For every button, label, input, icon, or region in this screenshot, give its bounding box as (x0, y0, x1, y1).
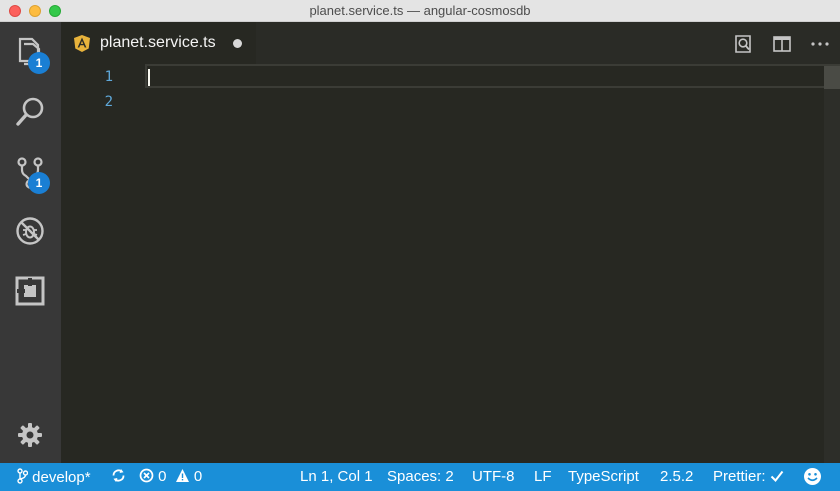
unsaved-indicator[interactable] (233, 39, 242, 48)
debug-icon (16, 217, 44, 245)
text-cursor (148, 69, 150, 86)
activity-settings[interactable] (0, 408, 61, 464)
activity-source-control[interactable]: 1 (0, 142, 61, 198)
angular-icon (74, 35, 90, 52)
window-title: planet.service.ts — angular-cosmosdb (309, 3, 531, 18)
typescript-version[interactable]: 2.5.2 (660, 468, 693, 485)
warning-icon (175, 469, 189, 482)
gear-icon (18, 423, 42, 447)
title-bar: planet.service.ts — angular-cosmosdb (0, 0, 840, 22)
status-bar: develop* 0 0 Ln 1, Col 1 Spaces: 2 UTF-8… (0, 463, 840, 491)
smiley-icon (804, 468, 821, 485)
prettier-label: Prettier: (713, 468, 766, 485)
feedback-button[interactable] (803, 467, 822, 488)
encoding-status[interactable]: UTF-8 (472, 468, 515, 485)
indentation-status[interactable]: Spaces: 2 (387, 468, 454, 485)
line-number: 2 (104, 94, 113, 110)
sync-icon (112, 469, 125, 482)
more-actions-button[interactable] (810, 34, 830, 54)
language-mode[interactable]: TypeScript (568, 468, 639, 485)
error-count: 0 (158, 468, 167, 485)
editor-tab-label: planet.service.ts (100, 34, 216, 51)
git-branch-icon (17, 468, 29, 484)
editor-tab-bar: planet.service.ts (61, 22, 840, 66)
activity-bar: 1 1 (0, 22, 61, 463)
source-control-badge: 1 (28, 172, 50, 194)
open-preview-button[interactable] (733, 34, 753, 54)
scrollbar-thumb[interactable] (824, 66, 840, 89)
vertical-scrollbar[interactable] (824, 66, 840, 463)
prettier-status[interactable]: Prettier: (713, 468, 784, 485)
split-editor-icon (773, 36, 791, 52)
activity-extensions[interactable] (0, 262, 61, 318)
search-icon (16, 97, 44, 126)
activity-search[interactable] (0, 82, 61, 138)
check-icon (770, 470, 783, 483)
error-icon (139, 468, 154, 483)
line-number: 1 (104, 69, 113, 85)
activity-debug[interactable] (0, 202, 61, 258)
branch-status[interactable]: develop* (17, 468, 91, 486)
split-editor-button[interactable] (772, 34, 792, 54)
extensions-icon (15, 276, 45, 306)
editor-tab[interactable]: planet.service.ts (61, 22, 256, 66)
cursor-position[interactable]: Ln 1, Col 1 (300, 468, 373, 485)
warning-count: 0 (193, 468, 203, 485)
sync-button[interactable] (111, 468, 126, 485)
current-line-highlight (145, 64, 840, 88)
ellipsis-icon (811, 42, 829, 46)
eol-status[interactable]: LF (534, 468, 552, 485)
explorer-badge: 1 (28, 52, 50, 74)
branch-name: develop* (32, 469, 91, 486)
open-preview-icon (735, 35, 751, 53)
problems-status[interactable]: 0 0 (139, 468, 202, 485)
code-editor[interactable]: 1 2 (61, 64, 840, 463)
activity-explorer[interactable]: 1 (0, 22, 61, 78)
